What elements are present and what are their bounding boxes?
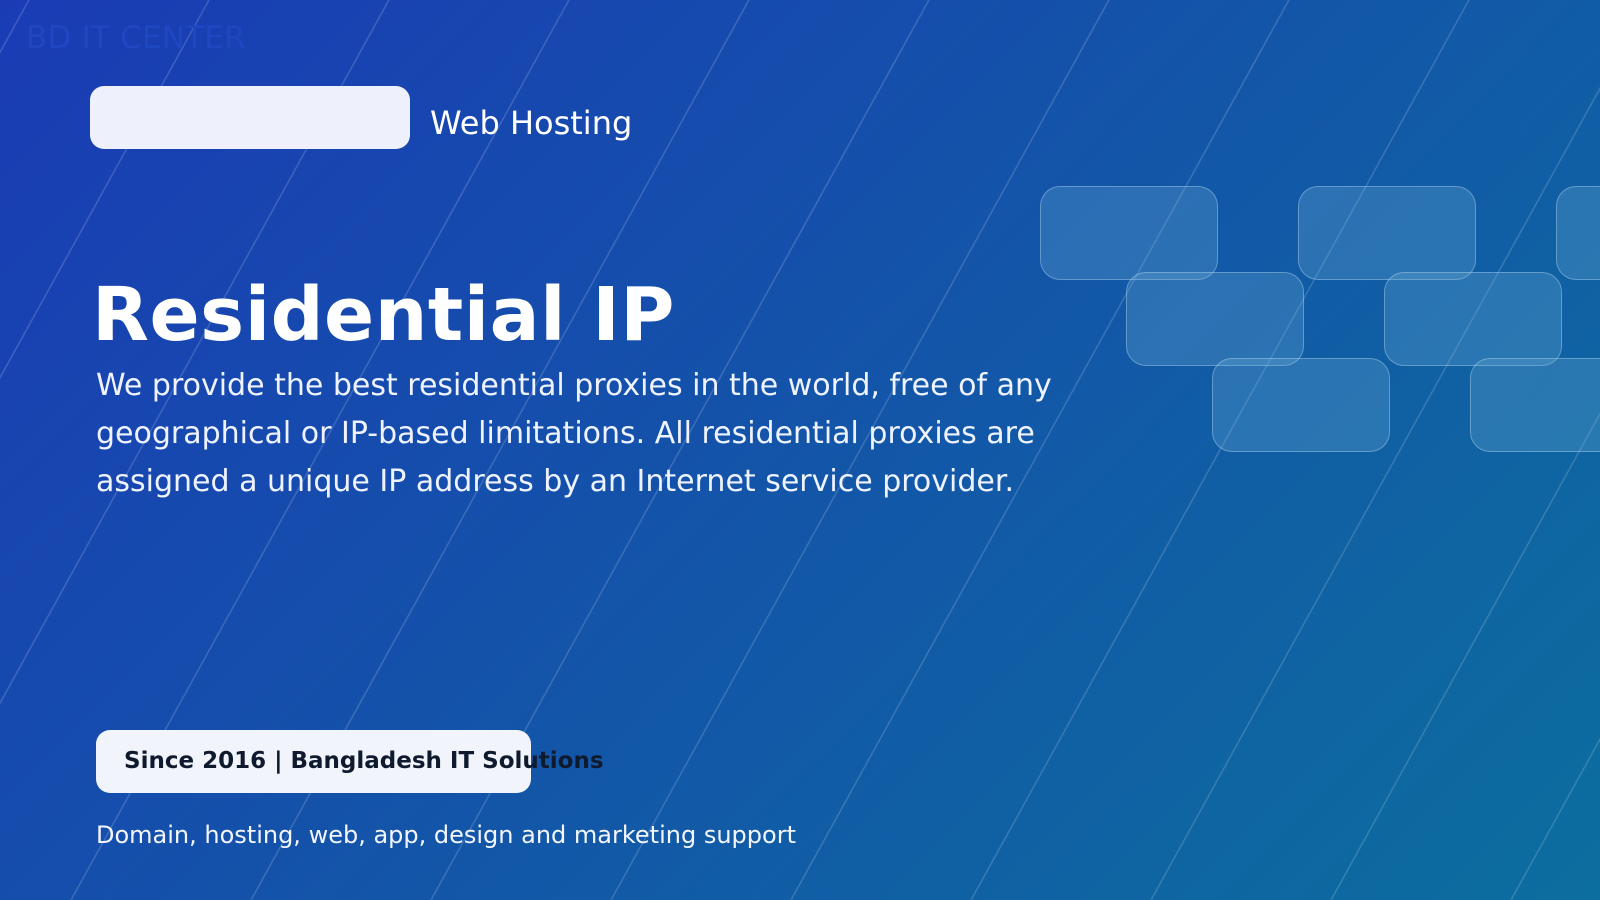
tagline: Domain, hosting, web, app, design and ma…: [96, 821, 796, 849]
decor-tile: [1040, 186, 1218, 280]
decor-tile: [1384, 272, 1562, 366]
since-badge-text: Since 2016 | Bangladesh IT Solutions: [124, 748, 604, 774]
decor-tile: [1556, 186, 1600, 280]
hosting-banner: BD IT CENTER Web Hosting Residential IP …: [0, 0, 1600, 900]
decor-tile: [1212, 358, 1390, 452]
page-title: Residential IP: [92, 272, 675, 358]
brand-name: BD IT CENTER: [26, 20, 246, 56]
decor-tile: [1126, 272, 1304, 366]
diagonal-line: [0, 0, 30, 54]
hero-description: We provide the best residential proxies …: [96, 368, 1052, 499]
decor-tile: [1298, 186, 1476, 280]
brand-badge: [90, 86, 410, 149]
category-label: Web Hosting: [430, 104, 633, 142]
decor-tile: [1470, 358, 1600, 452]
